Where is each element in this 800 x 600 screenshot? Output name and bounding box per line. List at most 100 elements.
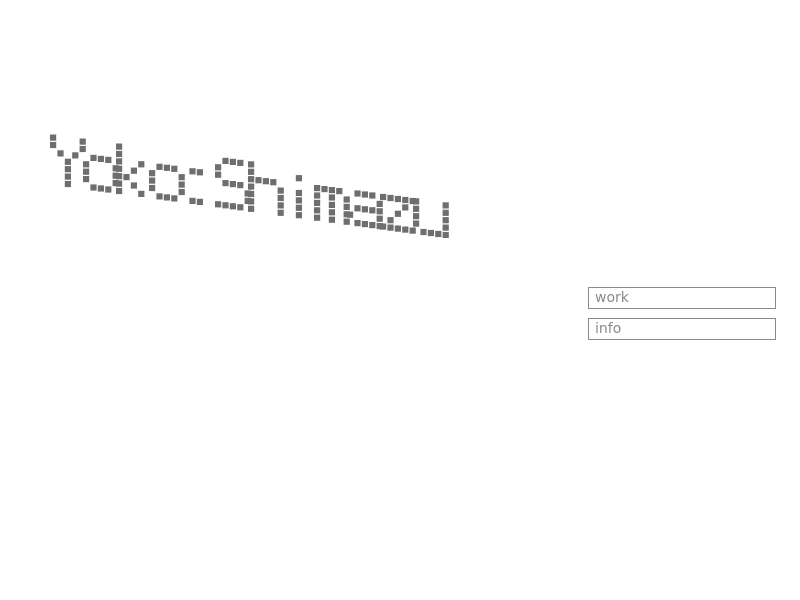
logo-pixel-block	[64, 158, 71, 165]
logo-pixel-block	[64, 173, 71, 180]
logo-pixel-block	[97, 155, 104, 162]
logo-pixel-block	[79, 145, 86, 153]
logo-pixel-block	[90, 154, 97, 161]
logo-pixel-block	[97, 185, 104, 192]
logo-pixel-block	[402, 196, 409, 204]
logo-pixel-block	[215, 201, 222, 208]
logo-pixel-block	[427, 229, 434, 237]
logo-pixel-block	[343, 203, 350, 210]
logo-pixel-block	[328, 209, 335, 216]
logo-pixel-block	[314, 214, 321, 221]
logo-pixel-block	[229, 203, 236, 210]
logo-pixel-block	[387, 224, 394, 231]
logo-pixel-block	[163, 194, 170, 201]
logo-pixel-block	[215, 171, 222, 178]
logo-pixel-block	[171, 165, 178, 172]
logo-pixel-block	[149, 184, 156, 192]
logo-pixel-block	[354, 205, 361, 212]
logo-pixel-block	[402, 226, 409, 233]
logo-pixel-block	[171, 195, 178, 202]
logo-pixel-block	[64, 166, 71, 173]
logo-pixel-block	[394, 225, 401, 232]
logo-pixel-block	[237, 182, 244, 189]
logo-pixel-block	[413, 198, 420, 205]
logo-pixel-block	[116, 173, 123, 180]
logo-pixel-block	[130, 182, 137, 189]
logo-pixel-block	[149, 177, 156, 184]
logo-pixel-block	[163, 164, 170, 171]
logo-pixel-block	[402, 204, 409, 211]
logo-pixel-block	[314, 185, 321, 192]
logo-pixel-block	[189, 168, 196, 175]
logo-pixel-block	[196, 169, 203, 176]
logo-pixel-block	[105, 186, 112, 193]
logo-pixel-block	[248, 183, 255, 190]
site-logo[interactable]	[46, 126, 456, 238]
logo-pixel-block	[277, 194, 284, 202]
logo-pixel-block	[83, 168, 90, 175]
logo-pixel-block	[248, 176, 255, 183]
logo-pixel-block	[57, 150, 64, 157]
logo-pixel-block	[156, 193, 163, 200]
logo-pixel-block	[376, 215, 383, 222]
logo-pixel-block	[328, 194, 335, 201]
logo-pixel-block	[394, 195, 401, 203]
logo-pixel-block	[64, 180, 71, 188]
logo-pixel-block	[376, 200, 383, 207]
logo-pixel-block	[178, 188, 185, 196]
logo-pixel-block	[255, 177, 262, 184]
logo-pixel-block	[413, 220, 420, 227]
logo-pixel-block	[361, 221, 368, 228]
logo-pixel-block	[50, 134, 57, 141]
logo-pixel-block	[116, 158, 123, 165]
logo-pixel-block	[328, 187, 335, 194]
logo-pixel-block	[347, 211, 354, 218]
logo-pixel-block	[222, 202, 229, 209]
logo-pixel-block	[328, 216, 335, 223]
logo-pixel-block	[369, 222, 376, 229]
logo-pixel-block	[442, 231, 449, 238]
logo-pixel-block	[123, 174, 130, 181]
logo-pixel-block	[369, 192, 376, 199]
logo-pixel-block	[420, 228, 427, 236]
logo-pixel-block	[413, 213, 420, 220]
logo-pixel-block	[380, 193, 387, 201]
logo-pixel-block	[156, 163, 163, 170]
logo-pixel-block	[343, 218, 350, 225]
logo-pixel-block	[277, 209, 284, 216]
logo-pixel-block	[387, 217, 394, 224]
logo-pixel-block	[130, 167, 137, 174]
nav-info-button[interactable]: info	[588, 318, 776, 340]
logo-pixel-block	[116, 143, 123, 150]
page: work info	[0, 0, 800, 600]
logo-pixel-block	[196, 198, 203, 205]
logo-pixel-block	[380, 223, 387, 230]
logo-pixel-block	[248, 161, 255, 168]
nav-work-button[interactable]: work	[588, 287, 776, 309]
logo-pixel-block	[189, 197, 196, 204]
logo-pixel-block	[116, 180, 123, 187]
logo-pixel-block	[90, 184, 97, 191]
logo-pixel-block	[295, 212, 302, 219]
logo-pixel-block	[222, 180, 229, 187]
logo-pixel-block	[328, 201, 335, 208]
logo-pixel-block	[336, 188, 343, 195]
logo-pixel-block	[116, 187, 123, 195]
logo-pixel-block	[295, 197, 302, 204]
logo-pixel-block	[248, 205, 255, 212]
logo-pixel-block	[149, 170, 156, 177]
logo-pixel-block	[105, 156, 112, 163]
logo-pixel-block	[277, 202, 284, 209]
logo-pixel-block	[248, 168, 255, 175]
logo-pixel-block	[215, 164, 222, 171]
logo-pixel-block	[295, 189, 302, 197]
logo-pixel-block	[237, 159, 244, 166]
logo-pixel-block	[442, 209, 449, 216]
logo-pixel-block	[248, 190, 255, 198]
logo-pixel-block	[413, 205, 420, 212]
logo-pixel-block	[237, 204, 244, 211]
logo-pixel-block	[343, 196, 350, 203]
logo-pixel-block	[83, 161, 90, 168]
logo-pixel-block	[295, 175, 302, 182]
logo-pixel-block	[178, 174, 185, 181]
